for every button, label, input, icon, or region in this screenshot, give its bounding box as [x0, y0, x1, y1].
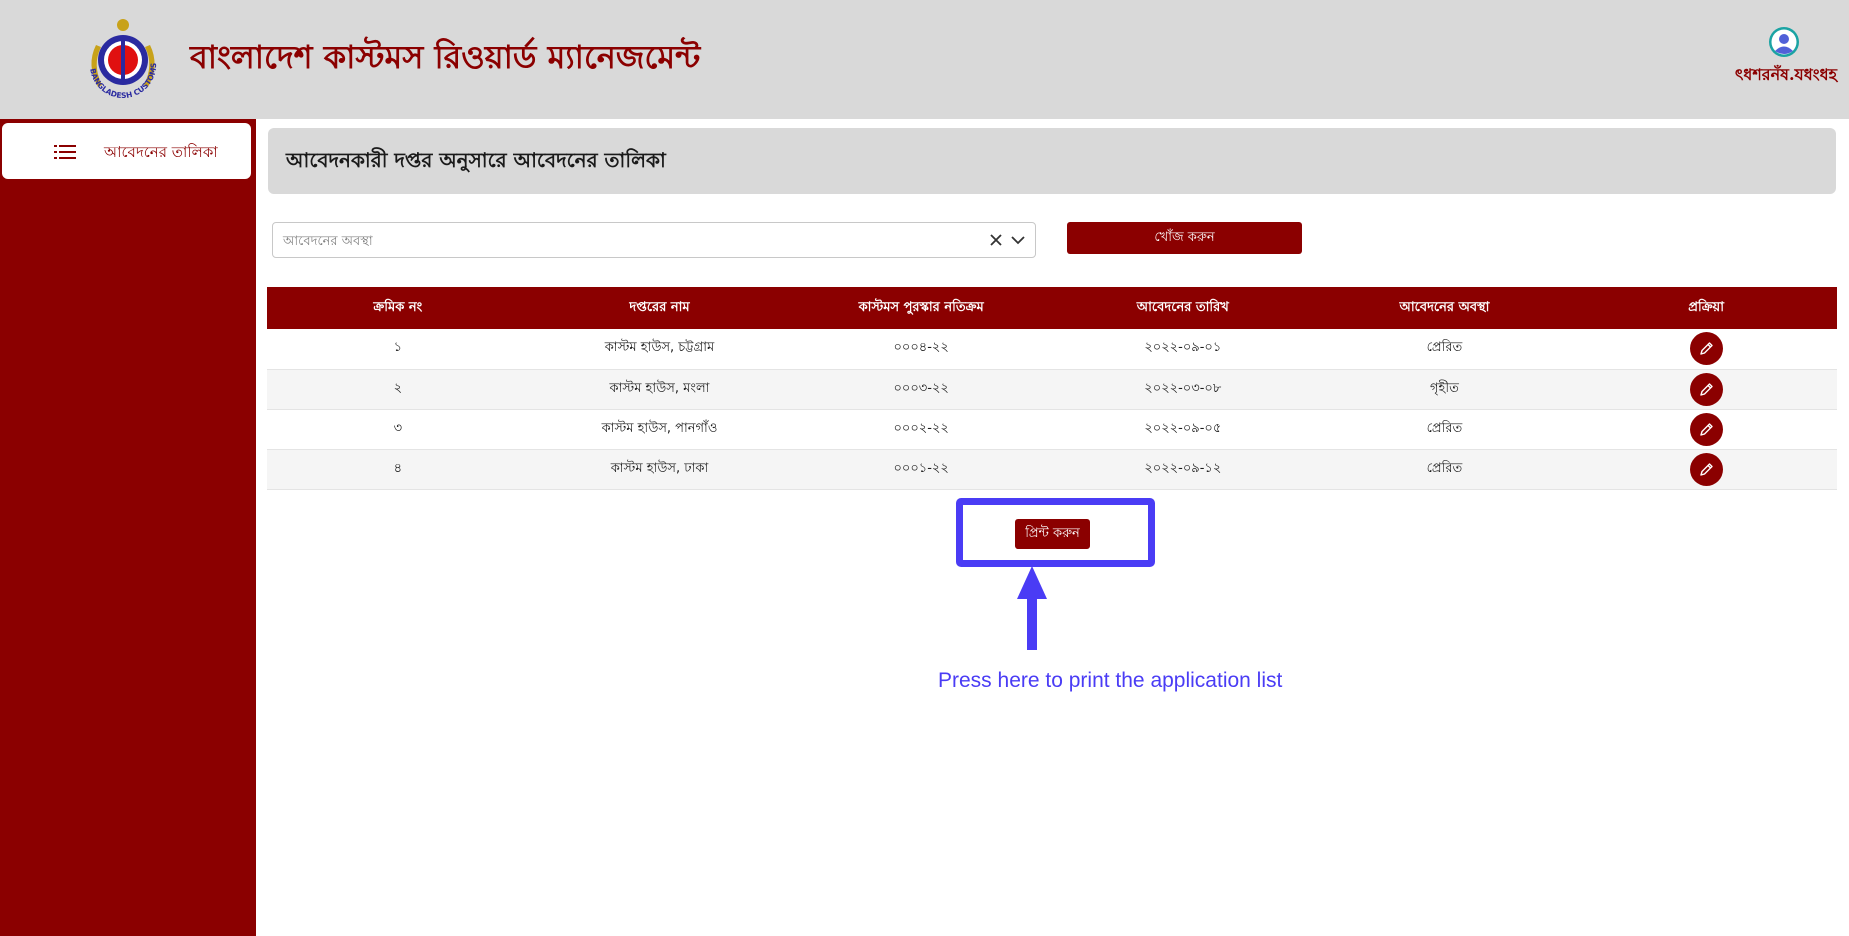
chevron-down-icon[interactable] — [1009, 231, 1027, 249]
cell-status: প্রেরিত — [1313, 449, 1576, 490]
print-button[interactable]: প্রিন্ট করুন — [1015, 519, 1090, 549]
list-icon — [54, 144, 76, 160]
cell-reference: ০০০১-২২ — [790, 449, 1052, 490]
page-title: আবেদনকারী দপ্তর অনুসারে আবেদনের তালিকা — [286, 148, 666, 172]
annotation-arrow-icon — [1012, 566, 1052, 650]
column-header-status: আবেদনের অবস্থা — [1313, 287, 1576, 329]
cell-serial: ১ — [267, 329, 529, 370]
pencil-icon — [1699, 342, 1713, 355]
table-row: ২ কাস্টম হাউস, মংলা ০০০৩-২২ ২০২২-০৩-০৮ গ… — [267, 369, 1837, 410]
edit-button[interactable] — [1689, 372, 1723, 406]
column-header-reference: কাস্টমস পুরস্কার নতিক্রম — [790, 287, 1052, 329]
customs-logo: BANGLADESH CUSTOMS & VAT — [73, 8, 170, 109]
cell-action — [1575, 329, 1837, 370]
pencil-icon — [1699, 462, 1713, 476]
status-select[interactable]: আবেদনের অবস্থা — [272, 222, 1036, 258]
column-header-action: প্রক্রিয়া — [1575, 287, 1837, 329]
cell-date: ২০২২-০৯-০৫ — [1051, 409, 1314, 450]
table-row: ৩ কাস্টম হাউস, পানগাঁও ০০০২-২২ ২০২২-০৯-০… — [267, 409, 1837, 450]
column-header-office: দপ্তরের নাম — [528, 287, 791, 329]
pencil-icon — [1699, 382, 1713, 396]
sidebar-item-label: আবেদনের তালিকা — [104, 143, 218, 161]
cell-action — [1575, 369, 1837, 410]
edit-button[interactable] — [1689, 452, 1723, 486]
cell-status: প্রেরিত — [1313, 409, 1576, 450]
cell-reference: ০০০৪-২২ — [790, 329, 1052, 370]
annotation-text: Press here to print the application list — [938, 669, 1283, 692]
cell-serial: ২ — [267, 369, 529, 410]
search-button[interactable]: খোঁজ করুন — [1067, 222, 1302, 254]
cell-date: ২০২২-০৯-০১ — [1051, 329, 1314, 370]
app-title: বাংলাদেশ কাস্টমস রিওয়ার্ড ম্যানেজমেন্ট — [190, 38, 701, 76]
status-select-placeholder: আবেদনের অবস্থা — [283, 234, 373, 249]
edit-button[interactable] — [1689, 332, 1723, 366]
sidebar: আবেদনের তালিকা — [0, 119, 256, 936]
table-row: ১ কাস্টম হাউস, চট্টগ্রাম ০০০৪-২২ ২০২২-০৯… — [267, 329, 1837, 370]
table-row: ৪ কাস্টম হাউস, ঢাকা ০০০১-২২ ২০২২-০৯-১২ প… — [267, 449, 1837, 490]
cell-date: ২০২২-০৩-০৮ — [1051, 369, 1314, 410]
column-header-date: আবেদনের তারিখ — [1051, 287, 1314, 329]
cell-serial: ৪ — [267, 449, 529, 490]
clear-icon[interactable] — [987, 231, 1005, 249]
sidebar-item-application-list[interactable]: আবেদনের তালিকা — [2, 123, 251, 179]
user-name[interactable]: ৎধশরনঁষ.যধংধহ — [1735, 62, 1837, 89]
cell-action — [1575, 449, 1837, 490]
app-header: BANGLADESH CUSTOMS & VAT বাংলাদেশ কাস্টম… — [0, 0, 1849, 119]
edit-button[interactable] — [1689, 412, 1723, 446]
cell-action — [1575, 409, 1837, 450]
cell-reference: ০০০২-২২ — [790, 409, 1052, 450]
cell-office: কাস্টম হাউস, পানগাঁও — [528, 409, 791, 450]
table-header-row: ক্রমিক নং দপ্তরের নাম কাস্টমস পুরস্কার ন… — [267, 287, 1837, 329]
page-title-bar: আবেদনকারী দপ্তর অনুসারে আবেদনের তালিকা — [268, 128, 1836, 194]
cell-office: কাস্টম হাউস, চট্টগ্রাম — [528, 329, 791, 370]
cell-serial: ৩ — [267, 409, 529, 450]
column-header-serial: ক্রমিক নং — [267, 287, 529, 329]
application-table: ক্রমিক নং দপ্তরের নাম কাস্টমস পুরস্কার ন… — [267, 287, 1837, 490]
cell-office: কাস্টম হাউস, মংলা — [528, 369, 791, 410]
cell-status: গৃহীত — [1313, 369, 1576, 410]
cell-date: ২০২২-০৯-১২ — [1051, 449, 1314, 490]
cell-reference: ০০০৩-২২ — [790, 369, 1052, 410]
cell-status: প্রেরিত — [1313, 329, 1576, 370]
cell-office: কাস্টম হাউস, ঢাকা — [528, 449, 791, 490]
pencil-icon — [1699, 422, 1713, 436]
user-avatar-icon[interactable] — [1768, 26, 1800, 58]
